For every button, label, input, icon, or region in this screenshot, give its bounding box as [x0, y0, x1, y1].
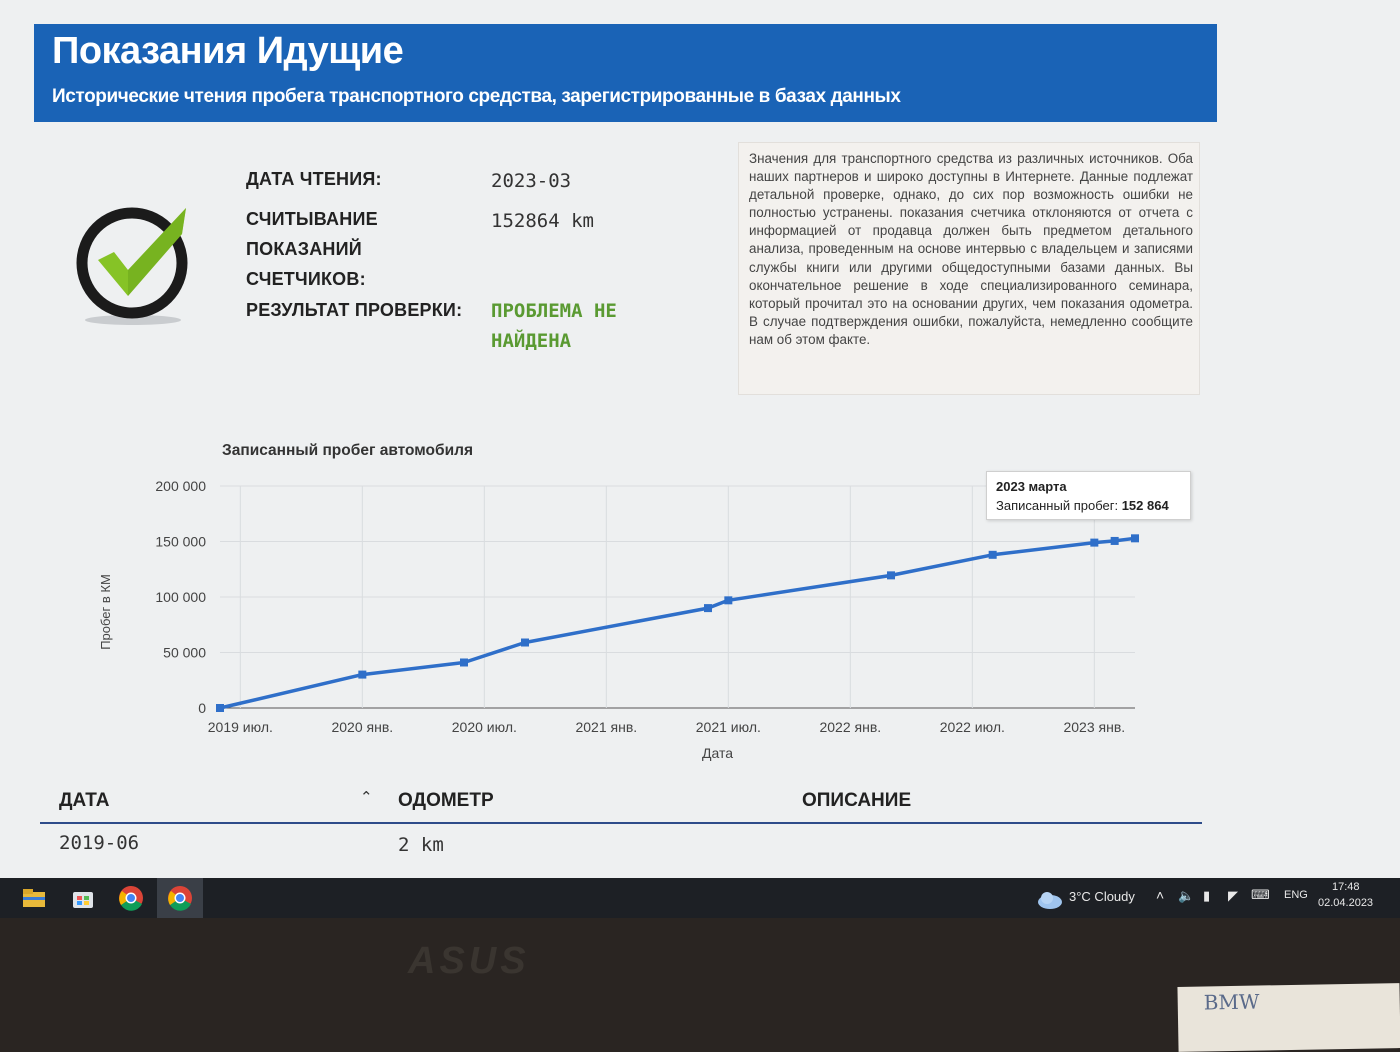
page-subtitle: Исторические чтения пробега транспортног… — [52, 86, 901, 107]
report-header: Показания Идущие Исторические чтения про… — [34, 24, 1217, 122]
chrome-icon[interactable] — [117, 884, 145, 912]
browser-viewport: Показания Идущие Исторические чтения про… — [0, 0, 1400, 878]
tooltip-date: 2023 марта — [996, 479, 1067, 494]
x-tick-label: 2021 июл. — [696, 719, 761, 735]
x-tick-label: 2022 июл. — [940, 719, 1005, 735]
tooltip-label: Записанный пробег: — [996, 498, 1119, 513]
file-explorer-icon[interactable] — [20, 884, 48, 912]
tooltip-line: Записанный пробег: 152 864 — [996, 498, 1169, 513]
check-icon — [76, 206, 188, 325]
data-point — [1110, 536, 1119, 545]
battery-icon[interactable]: ▮ — [1203, 888, 1210, 904]
odometer-label-2: ПОКАЗАНИЙ — [246, 239, 362, 259]
data-point — [1131, 534, 1139, 543]
data-point — [724, 596, 733, 605]
reading-date-value: 2023-03 — [491, 170, 572, 192]
wifi-icon[interactable]: ◤ — [1228, 888, 1238, 904]
check-result-label: РЕЗУЛЬТАТ ПРОВЕРКИ: — [246, 300, 463, 320]
clock-date[interactable]: 02.04.2023 — [1318, 897, 1373, 909]
tooltip-value: 152 864 — [1121, 498, 1169, 513]
data-point — [358, 670, 367, 679]
odometer-label-3: СЧЕТЧИКОВ: — [246, 269, 366, 289]
table-header: ДАТА ⌃ ОДОМЕТР ОПИСАНИЕ — [40, 782, 1202, 824]
table-row-date: 2019-06 — [59, 832, 140, 854]
column-description[interactable]: ОПИСАНИЕ — [802, 790, 911, 812]
chrome-active-icon[interactable] — [166, 884, 194, 912]
page-title: Показания Идущие — [52, 30, 404, 72]
language-indicator[interactable]: ENG — [1284, 889, 1308, 901]
sort-caret-icon[interactable]: ⌃ — [360, 788, 373, 806]
x-tick-label: 2022 янв. — [819, 719, 881, 735]
reading-date-label: ДАТА ЧТЕНИЯ: — [246, 169, 382, 189]
series-line — [219, 536, 1136, 710]
x-tick-label: 2023 янв. — [1063, 719, 1125, 735]
x-axis-label: Дата — [702, 745, 733, 761]
store-icon[interactable] — [69, 884, 97, 912]
chevron-up-icon[interactable]: ˄ — [1156, 887, 1164, 903]
paper-note: BMW — [1177, 983, 1400, 1052]
clock-time[interactable]: 17:48 — [1332, 881, 1360, 893]
chart-title: Записанный пробег автомобиля — [222, 442, 474, 459]
odometer-label-1: СЧИТЫВАНИЕ — [246, 209, 378, 229]
y-axis-label: Пробег в КМ — [98, 574, 113, 650]
data-point — [460, 658, 468, 667]
check-result-value: ПРОБЛЕМА НЕ НАЙДЕНА — [491, 300, 617, 352]
x-tick-label: 2020 янв. — [331, 719, 393, 735]
paper-note-text: BMW — [1203, 989, 1260, 1015]
x-tick-label: 2019 июл. — [208, 719, 273, 735]
column-date[interactable]: ДАТА — [59, 790, 109, 812]
y-tick-label: 200 000 — [155, 478, 206, 494]
y-tick-label: 0 — [198, 700, 206, 716]
keyboard-icon[interactable]: ⌨ — [1251, 887, 1270, 903]
data-point — [887, 571, 895, 580]
data-point — [1090, 538, 1099, 547]
data-point — [521, 638, 529, 647]
odometer-value: 152864 km — [491, 210, 594, 232]
cloud-icon — [1038, 892, 1062, 909]
taskbar: 3°C Cloudy ˄ 🔈 ▮ ◤ ⌨ ENG 17:48 02.04.202… — [0, 878, 1400, 918]
weather-text[interactable]: 3°C Cloudy — [1069, 889, 1135, 904]
x-tick-label: 2020 июл. — [452, 719, 517, 735]
data-point — [216, 703, 224, 712]
data-point — [704, 604, 712, 613]
y-tick-label: 100 000 — [155, 589, 206, 605]
speaker-icon[interactable]: 🔈 — [1178, 888, 1194, 904]
column-odometer[interactable]: ОДОМЕТР — [398, 790, 494, 812]
monitor-brand-logo: ASUS — [408, 940, 530, 982]
y-tick-label: 150 000 — [155, 534, 206, 550]
data-point — [988, 550, 997, 559]
chart-tooltip: 2023 марта Записанный пробег: 152 864 — [986, 471, 1191, 520]
x-tick-label: 2021 янв. — [575, 719, 637, 735]
y-tick-label: 50 000 — [163, 645, 206, 661]
table-row-odometer: 2 km — [398, 834, 444, 856]
disclaimer-note: Значения для транспортного средства из р… — [738, 142, 1200, 395]
